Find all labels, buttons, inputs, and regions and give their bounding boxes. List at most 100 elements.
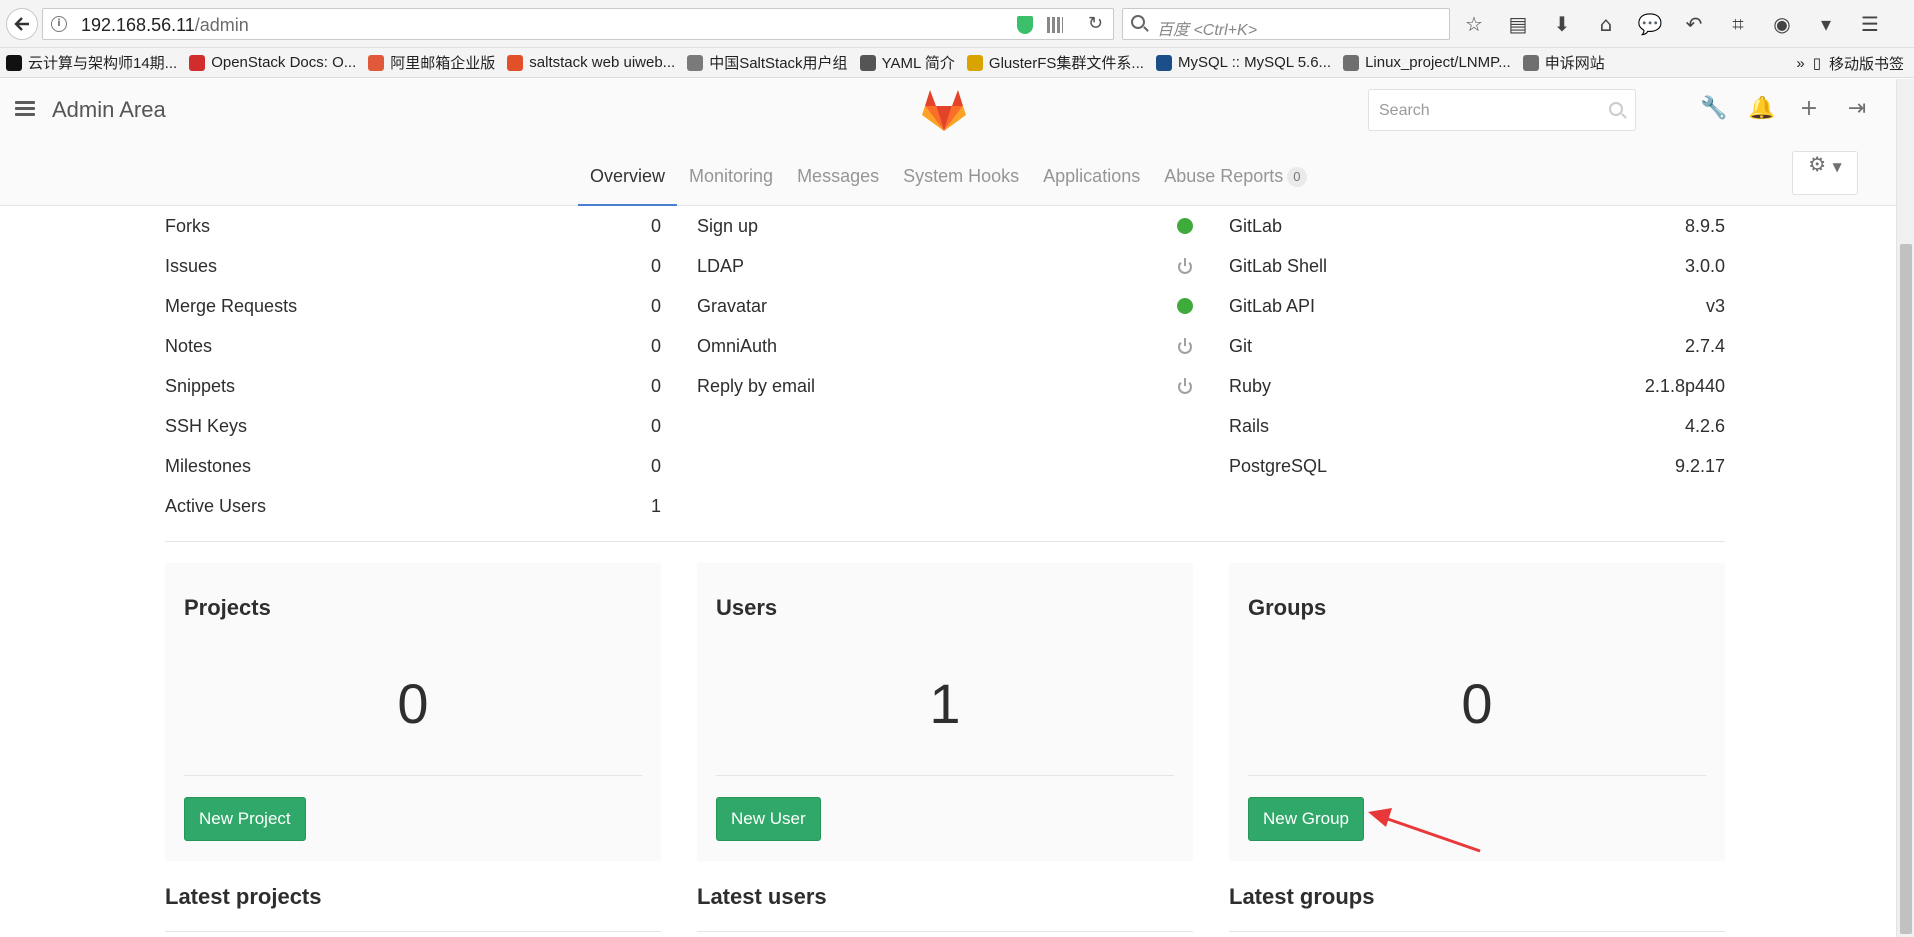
- component-row: GitLab 8.9.5: [1229, 206, 1725, 246]
- component-row: GitLab API v3: [1229, 286, 1725, 326]
- page-scrollbar[interactable]: [1896, 79, 1914, 937]
- bookmarks-overflow: » ▯ 移动版书签: [1788, 48, 1904, 77]
- tab-messages[interactable]: Messages: [785, 151, 891, 206]
- sign-out-icon[interactable]: ⇥: [1844, 95, 1870, 123]
- power-off-icon: [1177, 258, 1193, 274]
- bookmarks-more-button[interactable]: »: [1796, 55, 1804, 72]
- admin-tabs: Overview Monitoring Messages System Hook…: [578, 151, 1319, 206]
- bookmark-favicon-icon: [1343, 54, 1360, 71]
- crop-icon[interactable]: ⌗: [1724, 10, 1752, 38]
- privacy-icon[interactable]: ◉: [1768, 10, 1796, 38]
- bookmark-favicon-icon: [189, 54, 206, 71]
- bookmark-favicon-icon: [687, 54, 704, 71]
- mobile-bookmarks-button[interactable]: 移动版书签: [1829, 53, 1904, 74]
- feature-row: Gravatar: [697, 286, 1193, 326]
- tab-applications[interactable]: Applications: [1031, 151, 1152, 206]
- back-button[interactable]: [6, 8, 38, 40]
- bookmark-favicon-icon: [1522, 54, 1539, 71]
- shield-icon[interactable]: [1017, 16, 1033, 34]
- menu-icon[interactable]: ☰: [1856, 10, 1884, 38]
- bookmark-label: saltstack web uiweb...: [529, 54, 676, 71]
- component-label: Ruby: [1229, 375, 1272, 396]
- url-path: /admin: [194, 15, 249, 35]
- component-row: PostgreSQL 9.2.17: [1229, 446, 1725, 486]
- latest-groups-divider: [1229, 931, 1725, 932]
- reader-icon[interactable]: ▤: [1504, 10, 1532, 38]
- bookmark-item[interactable]: saltstack web uiweb...: [507, 54, 675, 71]
- gitlab-logo-icon[interactable]: [921, 88, 967, 132]
- new-group-button[interactable]: New Group: [1248, 797, 1364, 841]
- bell-icon[interactable]: 🔔: [1748, 95, 1775, 123]
- bookmark-item[interactable]: 云计算与架构师14期...: [6, 52, 177, 73]
- qr-code-icon[interactable]: [1047, 17, 1063, 33]
- plus-icon[interactable]: +: [1796, 95, 1822, 123]
- home-icon[interactable]: ⌂: [1592, 10, 1620, 38]
- url-text[interactable]: 192.168.56.11/admin: [81, 15, 249, 36]
- stat-value: 0: [650, 375, 661, 396]
- browser-toolbar: i 192.168.56.11/admin ↻ 百度 <Ctrl+K> ☆ ▤ …: [0, 0, 1914, 48]
- address-bar[interactable]: i 192.168.56.11/admin ↻: [42, 8, 1114, 40]
- component-version: 9.2.17: [1674, 455, 1725, 476]
- feature-label: OmniAuth: [697, 335, 778, 356]
- stat-row: SSH Keys 0: [165, 406, 661, 446]
- stat-label: Notes: [165, 335, 213, 356]
- url-host: 192.168.56.11: [81, 15, 195, 35]
- component-label: GitLab API: [1229, 295, 1316, 316]
- hamburger-icon[interactable]: [15, 101, 35, 117]
- component-row: GitLab Shell 3.0.0: [1229, 246, 1725, 286]
- new-user-button[interactable]: New User: [716, 797, 821, 841]
- stat-row: Merge Requests 0: [165, 286, 661, 326]
- gear-icon: ⚙: [1808, 152, 1827, 176]
- stat-value: 0: [650, 295, 661, 316]
- info-icon[interactable]: i: [51, 16, 67, 32]
- wrench-icon[interactable]: 🔧: [1700, 95, 1727, 123]
- download-icon[interactable]: ⬇: [1548, 10, 1576, 38]
- stat-value: 0: [650, 215, 661, 236]
- bookmark-item[interactable]: 阿里邮箱企业版: [368, 52, 495, 73]
- settings-dropdown-button[interactable]: ⚙ ▼: [1792, 151, 1858, 195]
- dropdown-icon[interactable]: ▾: [1812, 10, 1840, 38]
- stat-row: Active Users 1: [165, 486, 661, 526]
- browser-search-placeholder: 百度 <Ctrl+K>: [1157, 22, 1258, 39]
- bookmark-item[interactable]: MySQL :: MySQL 5.6...: [1155, 54, 1331, 71]
- bookmark-item[interactable]: Linux_project/LNMP...: [1343, 54, 1511, 71]
- stat-value: 0: [650, 455, 661, 476]
- stat-label: Issues: [165, 255, 218, 276]
- component-label: Git: [1229, 335, 1253, 356]
- tab-abuse-reports[interactable]: Abuse Reports 0: [1152, 151, 1318, 206]
- bookmark-item[interactable]: 中国SaltStack用户组: [687, 52, 848, 73]
- bookmark-favicon-icon: [6, 54, 22, 71]
- component-version: 8.9.5: [1684, 215, 1725, 236]
- bookmark-item[interactable]: YAML 简介: [859, 52, 955, 73]
- card-title: Projects: [184, 595, 271, 620]
- chat-icon[interactable]: 💬: [1636, 10, 1664, 38]
- bookmark-item[interactable]: GlusterFS集群文件系...: [966, 52, 1144, 73]
- stat-label: Snippets: [165, 375, 236, 396]
- bookmark-label: GlusterFS集群文件系...: [988, 55, 1144, 72]
- feature-row: Sign up: [697, 206, 1193, 246]
- bookmark-item[interactable]: OpenStack Docs: O...: [189, 54, 356, 71]
- tab-system-hooks[interactable]: System Hooks: [891, 151, 1031, 206]
- component-version: v3: [1705, 295, 1725, 316]
- browser-search-input[interactable]: 百度 <Ctrl+K>: [1122, 8, 1450, 40]
- bookmark-item[interactable]: 申诉网站: [1522, 52, 1605, 73]
- latest-users-divider: [697, 931, 1193, 932]
- feature-label: LDAP: [697, 255, 745, 276]
- feature-label: Reply by email: [697, 375, 816, 396]
- tab-overview[interactable]: Overview: [578, 151, 678, 206]
- header-search-input[interactable]: Search: [1368, 89, 1636, 131]
- projects-card: Projects 0 New Project: [165, 563, 661, 861]
- undo-icon[interactable]: ↶: [1680, 10, 1708, 38]
- scrollbar-thumb[interactable]: [1900, 244, 1912, 934]
- component-version: 2.1.8p440: [1644, 375, 1725, 396]
- new-project-button[interactable]: New Project: [184, 797, 306, 841]
- feature-label: Gravatar: [697, 295, 768, 316]
- component-row: Rails 4.2.6: [1229, 406, 1725, 446]
- tab-monitoring[interactable]: Monitoring: [677, 151, 785, 206]
- bookmark-label: 中国SaltStack用户组: [709, 55, 848, 72]
- reload-icon[interactable]: ↻: [1088, 13, 1103, 34]
- star-icon[interactable]: ☆: [1460, 10, 1488, 38]
- card-title: Users: [716, 595, 778, 620]
- stat-row: Forks 0: [165, 206, 661, 246]
- page-title: Admin Area: [52, 97, 166, 122]
